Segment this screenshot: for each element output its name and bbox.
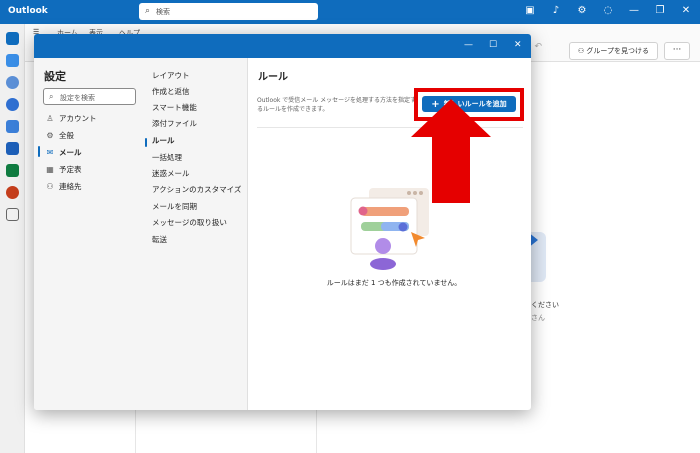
contacts-icon: ⚇ [46,181,54,191]
gear-icon: ⚙ [46,130,54,140]
mail-item-customize-actions[interactable]: アクションのカスタマイズ [152,184,241,195]
search-icon: ⌕ [145,6,151,16]
restore-icon[interactable]: ❐ [654,5,666,16]
dialog-title-bar: — ☐ ✕ [34,34,531,58]
illustration-badge [398,222,408,232]
settings-dialog: — ☐ ✕ 設定 ⌕ 設定を検索 ♙ アカウント ⚙ 全般 ✉ メール ▦ 予定… [34,34,531,410]
active-category-marker [38,146,40,157]
bell-icon[interactable]: ♪ [550,5,562,16]
calendar-app-icon[interactable] [6,54,19,67]
category-calendar[interactable]: ▦ 予定表 [44,162,82,176]
person-icon [375,238,391,254]
mail-item-message-handling[interactable]: メッセージの取り扱い [152,217,227,228]
undo-icon[interactable]: ↶ [534,42,542,52]
title-bar: Outlook ⌕ 検索 ▣ ♪ ⚙ ◌ — ❐ ✕ [0,0,700,24]
mail-icon: ✉ [46,147,54,157]
background-hint-secondary: さん [531,314,545,322]
close-icon[interactable]: ✕ [680,5,692,16]
mail-item-attachments[interactable]: 添付ファイル [152,118,197,129]
category-mail[interactable]: ✉ メール [44,145,82,159]
groups-app-icon[interactable] [6,98,19,111]
mail-app-icon[interactable] [6,32,19,45]
category-label: 全般 [59,130,74,140]
gear-icon[interactable]: ⚙ [576,5,588,16]
search-input[interactable]: ⌕ 検索 [139,3,318,20]
mail-item-sync[interactable]: メールを同期 [152,201,197,212]
todo-app-icon[interactable] [6,120,19,133]
category-account[interactable]: ♙ アカウント [44,111,97,125]
person-body [370,258,396,270]
mail-item-sweep[interactable]: 一括処理 [152,152,182,163]
background-hint: ください [531,301,559,309]
people-app-icon[interactable] [6,76,19,89]
mail-item-compose-reply[interactable]: 作成と返信 [152,86,190,97]
person-icon: ♙ [46,113,54,123]
minimize-icon[interactable]: — [464,40,473,50]
settings-search-input[interactable]: ⌕ 設定を検索 [43,88,136,105]
maximize-icon[interactable]: ☐ [489,40,497,50]
category-general[interactable]: ⚙ 全般 [44,128,74,142]
rules-description: Outlook で受信メール メッセージを処理する方法を指定するルールを作成でき… [257,97,417,113]
settings-search-placeholder: 設定を検索 [60,94,95,102]
search-placeholder: 検索 [156,8,170,16]
illustration-bar-warm [361,207,409,216]
word-app-icon[interactable] [6,142,19,155]
active-subitem-marker [145,138,147,147]
search-icon: ⌕ [49,92,54,101]
title-bar-actions: ▣ ♪ ⚙ ◌ — ❐ ✕ [524,5,692,16]
groups-icon: ⚇ [577,47,585,55]
category-label: アカウント [59,113,97,123]
category-label: 連絡先 [59,181,82,191]
rules-empty-message: ルールはまだ 1 つも作成されていません。 [326,279,462,287]
annotation-arrow [411,99,491,203]
arrow-up-icon [411,99,491,203]
mail-item-forwarding[interactable]: 転送 [152,234,167,245]
my-day-icon[interactable]: ▣ [524,5,536,16]
excel-app-icon[interactable] [6,164,19,177]
category-label: メール [59,147,82,157]
more-options-button[interactable]: ··· [664,42,690,60]
category-contacts[interactable]: ⚇ 連絡先 [44,179,82,193]
app-rail [0,24,25,453]
mail-item-rules[interactable]: ルール [152,135,175,146]
app-title: Outlook [8,6,48,16]
find-groups-label: グループを見つける [586,47,649,55]
close-icon[interactable]: ✕ [514,40,522,50]
powerpoint-app-icon[interactable] [6,186,19,199]
lightbulb-icon[interactable]: ◌ [602,5,614,16]
category-label: 予定表 [59,164,82,174]
rules-title: ルール [258,72,288,83]
mail-item-smart-features[interactable]: スマート機能 [152,102,197,113]
mail-item-layout[interactable]: レイアウト [152,70,190,81]
more-apps-icon[interactable] [6,208,19,221]
illustration-badge [358,206,368,216]
find-groups-button[interactable]: ⚇ グループを見つける [568,42,658,60]
calendar-icon: ▦ [46,164,54,174]
settings-title: 設定 [44,70,66,83]
mail-item-junk[interactable]: 迷惑メール [152,168,190,179]
minimize-icon[interactable]: — [628,5,640,16]
